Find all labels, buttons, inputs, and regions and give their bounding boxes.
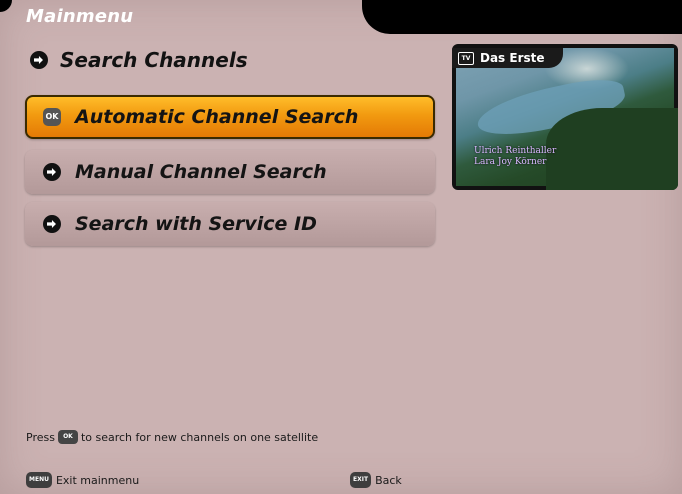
exit-key-icon: EXIT <box>350 472 372 488</box>
hint-prefix: Press <box>26 430 55 444</box>
arrow-circle-icon <box>30 51 48 69</box>
exit-mainmenu-label: Exit mainmenu <box>55 473 140 487</box>
preview-forest <box>546 108 678 190</box>
credit-line: Ulrich Reinthaller <box>474 146 557 156</box>
menu-item-search-with-service-id[interactable]: Search with Service ID <box>25 202 435 246</box>
preview-video: Ulrich Reinthaller Lara Joy Körner <box>456 48 678 190</box>
section-header: Search Channels <box>30 48 248 72</box>
tv-menu-screen: Mainmenu Search Channels OK Automatic Ch… <box>0 0 682 494</box>
back-label: Back <box>375 473 402 487</box>
arrow-circle-icon <box>43 163 61 181</box>
top-bar-notch <box>362 0 682 34</box>
menu-item-automatic-channel-search[interactable]: OK Automatic Channel Search <box>25 95 435 139</box>
menu-key-icon: MENU <box>26 472 52 488</box>
menu-item-label: Automatic Channel Search <box>75 106 359 128</box>
channel-preview: Ulrich Reinthaller Lara Joy Körner TV Da… <box>452 44 678 190</box>
exit-mainmenu-action[interactable]: MENU Exit mainmenu <box>26 472 139 488</box>
arrow-circle-icon <box>43 215 61 233</box>
mainmenu-title: Mainmenu <box>26 6 134 27</box>
help-hint: Press OK to search for new channels on o… <box>26 430 318 444</box>
credit-line: Lara Joy Körner <box>474 157 547 167</box>
ok-key-icon: OK <box>43 108 61 126</box>
menu-item-manual-channel-search[interactable]: Manual Channel Search <box>25 150 435 194</box>
menu-item-label: Search with Service ID <box>75 213 317 235</box>
preview-credits: Ulrich Reinthaller Lara Joy Körner <box>474 146 556 168</box>
screen-corner <box>0 0 12 12</box>
tv-icon: TV <box>458 51 474 65</box>
channel-label: TV Das Erste <box>452 48 563 68</box>
channel-name: Das Erste <box>480 51 545 65</box>
hint-text: to search for new channels on one satell… <box>80 430 319 444</box>
section-title: Search Channels <box>60 48 248 72</box>
back-action[interactable]: EXIT Back <box>350 472 402 488</box>
menu-item-label: Manual Channel Search <box>75 161 327 183</box>
ok-key-icon: OK <box>57 430 78 444</box>
